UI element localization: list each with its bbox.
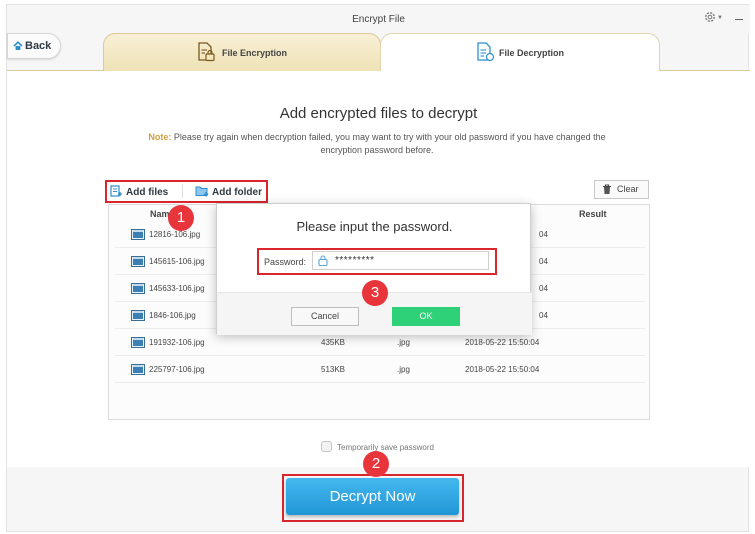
file-name: 145615-106.jpg — [149, 257, 205, 266]
window-title: Encrypt File — [352, 14, 405, 25]
table-row[interactable]: 225797-106.jpg 513KB .jpg 2018-05-22 15:… — [115, 356, 645, 383]
title-bar: Encrypt File ▼ — [7, 5, 750, 33]
step-marker-3: 3 — [362, 280, 388, 306]
add-files-button[interactable]: Add files — [110, 185, 168, 198]
file-date: 04 — [539, 284, 548, 293]
toolbar-divider — [182, 184, 183, 198]
add-folder-icon — [195, 186, 209, 197]
save-password-checkbox[interactable] — [321, 441, 332, 452]
file-type: .jpg — [397, 338, 410, 347]
image-file-icon — [131, 364, 145, 375]
file-name: 12816-106.jpg — [149, 230, 201, 239]
clear-button[interactable]: Clear — [594, 180, 649, 199]
note-body: Please try again when decryption failed,… — [173, 132, 606, 155]
ok-button[interactable]: OK — [392, 307, 460, 326]
tab-file-decryption[interactable]: File Decryption — [380, 33, 660, 71]
file-date: 04 — [539, 230, 548, 239]
add-folder-label: Add folder — [212, 187, 262, 198]
tab-file-encryption[interactable]: File Encryption — [103, 33, 381, 71]
file-name: 1846-106.jpg — [149, 311, 196, 320]
document-list-icon — [477, 42, 495, 62]
image-file-icon — [131, 310, 145, 321]
dialog-title: Please input the password. — [296, 219, 453, 234]
column-header-result: Result — [579, 209, 607, 219]
page-title: Add encrypted files to decrypt — [279, 105, 478, 122]
password-field[interactable]: ********* — [312, 251, 489, 270]
clear-label: Clear — [617, 184, 639, 194]
file-date: 04 — [539, 311, 548, 320]
step-marker-2: 2 — [363, 451, 389, 477]
image-file-icon — [131, 256, 145, 267]
back-label: Back — [25, 40, 52, 52]
tab-bar: File Encryption File Decryption — [7, 33, 750, 73]
cancel-button[interactable]: Cancel — [291, 307, 359, 326]
lock-document-icon — [198, 42, 215, 62]
file-name: 191932-106.jpg — [149, 338, 205, 347]
file-date: 2018-05-22 15:50:04 — [465, 338, 540, 347]
decrypt-now-button[interactable]: Decrypt Now — [286, 478, 459, 515]
add-file-icon — [110, 185, 122, 197]
file-date: 2018-05-22 15:50:04 — [465, 365, 540, 374]
minimize-button[interactable] — [732, 11, 746, 25]
tab-label: File Decryption — [499, 48, 565, 58]
file-date: 04 — [539, 257, 548, 266]
password-label: Password: — [264, 257, 307, 267]
image-file-icon — [131, 337, 145, 348]
file-name: 145633-106.jpg — [149, 284, 205, 293]
file-size: 435KB — [321, 338, 346, 347]
back-button[interactable]: Back — [7, 33, 61, 59]
file-name: 225797-106.jpg — [149, 365, 205, 374]
image-file-icon — [131, 229, 145, 240]
chevron-down-icon[interactable]: ▼ — [717, 15, 723, 21]
gear-icon[interactable] — [703, 10, 717, 24]
lock-icon — [318, 255, 328, 266]
file-type: .jpg — [397, 365, 410, 374]
file-size: 513KB — [321, 365, 346, 374]
step-marker-1: 1 — [168, 205, 194, 231]
tab-label: File Encryption — [222, 48, 288, 58]
note-label: Note: — [148, 132, 172, 142]
note-text: Note: Please try again when decryption f… — [127, 131, 627, 157]
image-file-icon — [131, 283, 145, 294]
add-files-label: Add files — [126, 187, 169, 198]
trash-icon — [603, 184, 611, 194]
home-icon — [13, 41, 23, 50]
save-password-label: Temporarily save password — [337, 443, 434, 452]
add-folder-button[interactable]: Add folder — [195, 185, 262, 198]
